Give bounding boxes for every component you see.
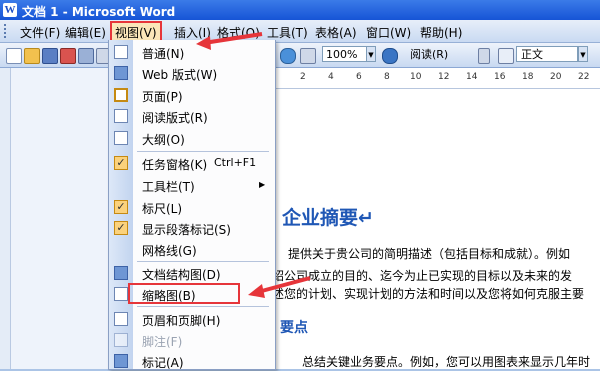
read-button[interactable]: 阅读(R): [410, 46, 474, 63]
markup-icon: [114, 354, 128, 368]
menu-item-label: 任务窗格(K): [142, 158, 208, 172]
document-paragraph-line: 述您的计划、实现计划的方法和时间以及您将如何克服主要: [272, 287, 585, 301]
menu-item-reading-layout[interactable]: 阅读版式(R): [109, 107, 275, 126]
web-layout-icon: [114, 66, 128, 80]
standard-toolbar: 100% ▼ 阅读(R) 正文 ▼: [0, 43, 600, 68]
menu-separator: [137, 261, 269, 262]
document-map-icon: [114, 266, 128, 280]
ruler-number: 6: [356, 72, 362, 82]
document-paragraph-line: 绍公司成立的目的、迄今为止已实现的目标以及未来的发: [272, 269, 573, 283]
drawing-icon[interactable]: [280, 48, 296, 64]
print-layout-icon: [114, 88, 128, 102]
menu-item-label: Web 版式(W): [142, 68, 218, 82]
footnotes-icon: [114, 333, 128, 347]
menu-item-label: 阅读版式(R): [142, 111, 208, 125]
menu-item-web-layout[interactable]: Web 版式(W): [109, 64, 275, 83]
menu-item-label: 工具栏(T): [142, 180, 195, 194]
menu-item-normal[interactable]: 普通(N): [109, 43, 275, 62]
title-bar: W 文档 1 - Microsoft Word: [0, 0, 600, 20]
ruler-number: 10: [410, 72, 422, 82]
menu-separator: [137, 306, 269, 307]
word-app-icon: W: [3, 3, 17, 17]
menu-item-label: 文档结构图(D): [142, 268, 221, 282]
document-heading-2: 要点: [280, 320, 308, 336]
document-heading-1: 企业摘要↵: [282, 207, 374, 229]
document-paragraph-line: 总结关键业务要点。例如，您可以用图表来显示几年时: [302, 355, 591, 369]
left-gray-area: [0, 68, 120, 369]
menu-item-label: 页眉和页脚(H): [142, 314, 221, 328]
reading-layout-icon: [114, 109, 128, 123]
vertical-ruler: [0, 68, 11, 369]
document-map-toolbar-icon[interactable]: [300, 48, 316, 64]
ruler-number: 16: [494, 72, 506, 82]
menu-item-gridlines[interactable]: 网格线(G): [109, 240, 275, 259]
menu-table[interactable]: 表格(A): [313, 23, 359, 42]
permission-icon[interactable]: [60, 48, 76, 64]
zoom-select[interactable]: 100%: [322, 46, 368, 62]
menu-item-header-footer[interactable]: 页眉和页脚(H): [109, 310, 275, 329]
menu-item-task-pane[interactable]: ✓ 任务窗格(K) Ctrl+F1: [109, 154, 275, 173]
ruler-number: 18: [522, 72, 534, 82]
check-icon: ✓: [114, 156, 128, 170]
toolbar-options-icon[interactable]: [478, 48, 490, 64]
menu-bar: 文件(F) 编辑(E) 视图(V) 插入(I) 格式(O) 工具(T) 表格(A…: [0, 20, 600, 44]
check-icon: ✓: [114, 221, 128, 235]
menu-item-ruler[interactable]: ✓ 标尺(L): [109, 198, 275, 217]
view-menu-dropdown: 普通(N) Web 版式(W) 页面(P) 阅读版式(R) 大纲(O) ✓ 任务…: [108, 40, 276, 370]
menu-item-label: 页面(P): [142, 90, 183, 104]
normal-view-icon: [114, 45, 128, 59]
menu-item-label: 大纲(O): [142, 133, 185, 147]
window-title: 文档 1 - Microsoft Word: [22, 5, 176, 19]
ruler-number: 20: [550, 72, 562, 82]
ruler-number: 4: [328, 72, 334, 82]
menu-item-label: 普通(N): [142, 47, 185, 61]
zoom-dropdown-icon[interactable]: ▼: [366, 46, 376, 62]
header-footer-highlight: [128, 283, 240, 304]
menu-separator: [137, 151, 269, 152]
menu-item-label: 显示段落标记(S): [142, 223, 231, 237]
ruler-number: 8: [384, 72, 390, 82]
menu-item-paragraph-marks[interactable]: ✓ 显示段落标记(S): [109, 219, 275, 238]
ruler-number: 22: [578, 72, 590, 82]
ruler-number: 14: [466, 72, 478, 82]
menu-item-label: 网格线(G): [142, 244, 197, 258]
document-page[interactable]: 企业摘要↵ 提供关于贵公司的简明描述（包括目标和成就）。例如 绍公司成立的目的、…: [272, 89, 600, 369]
style-dropdown-icon[interactable]: ▼: [578, 46, 588, 62]
menu-item-outline[interactable]: 大纲(O): [109, 129, 275, 148]
ruler-number: 12: [438, 72, 450, 82]
new-document-icon[interactable]: [6, 48, 22, 64]
menu-item-label: 标尺(L): [142, 202, 183, 216]
save-icon[interactable]: [42, 48, 58, 64]
menu-help[interactable]: 帮助(H): [418, 23, 464, 42]
read-button-label: 阅读(R): [410, 48, 449, 61]
menu-item-label: 脚注(F): [142, 335, 183, 349]
menu-item-footnotes: 脚注(F): [109, 331, 275, 350]
check-icon: ✓: [114, 200, 128, 214]
print-icon[interactable]: [78, 48, 94, 64]
document-paragraph-line: 提供关于贵公司的简明描述（包括目标和成就）。例如: [288, 247, 571, 261]
menu-item-shortcut: Ctrl+F1: [214, 156, 257, 169]
style-select[interactable]: 正文: [516, 46, 578, 62]
menu-item-toolbars[interactable]: 工具栏(T) ▶: [109, 176, 275, 195]
open-folder-icon[interactable]: [24, 48, 40, 64]
header-footer-icon: [114, 312, 128, 326]
outline-view-icon: [114, 131, 128, 145]
submenu-arrow-icon: ▶: [259, 180, 266, 189]
menu-item-markup[interactable]: 标记(A): [109, 352, 275, 371]
menu-edit[interactable]: 编辑(E): [63, 23, 108, 42]
menubar-grip-handle[interactable]: [4, 24, 9, 38]
menu-item-print-layout[interactable]: 页面(P): [109, 86, 275, 105]
thumbnails-icon: [114, 287, 128, 301]
horizontal-ruler: 2 4 6 8 10 12 14 16 18 20 22: [272, 68, 600, 89]
styles-formatting-icon[interactable]: [498, 48, 514, 64]
menu-window[interactable]: 窗口(W): [364, 23, 413, 42]
help-icon[interactable]: [382, 48, 398, 64]
menu-item-label: 标记(A): [142, 356, 184, 370]
menu-file[interactable]: 文件(F): [18, 23, 62, 42]
menu-item-document-map[interactable]: 文档结构图(D): [109, 264, 275, 283]
ruler-number: 2: [300, 72, 306, 82]
